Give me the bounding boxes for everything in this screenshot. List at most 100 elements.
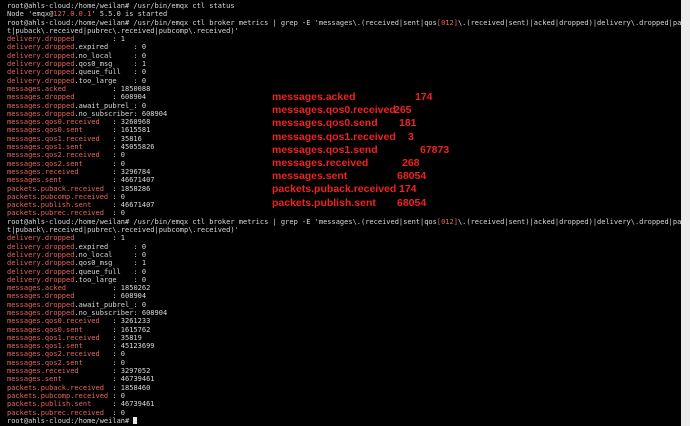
line-text: : 608904	[74, 292, 147, 301]
highlighted-text: messages.dropped	[7, 109, 75, 118]
highlighted-text: delivery.dropped	[7, 275, 75, 284]
terminal-line: messages.qos0.received : 3261233	[7, 317, 681, 325]
line-text: : 608904	[74, 93, 147, 102]
highlighted-text: delivery.dropped	[7, 43, 75, 52]
line-text: root@ahls-cloud:/home/weilan# /usr/bin/e…	[7, 18, 437, 27]
annotation-row: packets.puback.received 174	[272, 183, 417, 196]
annotation-row: messages.sent 68054	[272, 170, 426, 183]
line-text: : 1615762	[82, 325, 151, 334]
highlighted-text: messages.acked	[7, 84, 67, 93]
annotation-value: 265	[394, 104, 412, 117]
annotation-label: messages.qos0.send	[272, 117, 378, 130]
terminal-line: delivery.dropped.qos0_msg : 1	[7, 259, 681, 267]
line-text: : 1	[74, 234, 126, 243]
highlighted-text: messages.qos1.sent	[7, 342, 83, 351]
terminal-line: delivery.dropped.queue_full : 0	[7, 68, 681, 76]
line-text: : 3260968	[99, 118, 151, 127]
terminal-line: messages.received : 3297052	[7, 367, 681, 375]
line-text: .no_local : 0	[74, 250, 147, 259]
highlighted-text: messages.qos2.sent	[7, 358, 83, 367]
terminal-line: packets.pubrec.received : 0	[7, 209, 681, 217]
line-text: .no_subscriber: 608904	[74, 308, 168, 317]
highlighted-text: messages.received	[7, 167, 79, 176]
annotation-overlay: messages.acked 174 messages.qos0.received 2…	[272, 91, 449, 210]
annotation-row: messages.qos0.received 265	[272, 104, 412, 117]
line-text: .no_subscriber: 608904	[74, 109, 168, 118]
highlighted-text: packets.puback.received	[7, 383, 104, 392]
line-text: ' 5.5.0 is started	[91, 10, 168, 19]
highlighted-text: messages.received	[7, 367, 79, 376]
terminal-line: delivery.dropped.expired : 0	[7, 43, 681, 51]
annotation-label: messages.acked	[272, 91, 356, 103]
annotation-value: 68054	[397, 170, 427, 183]
line-text: : 45055826	[82, 143, 155, 152]
highlighted-text: messages.qos0.sent	[7, 325, 83, 334]
highlighted-text: messages.qos1.received	[7, 333, 100, 342]
highlighted-text: [012]	[436, 217, 458, 226]
line-text: .qos0_msg : 1	[74, 259, 147, 268]
line-text: .await_pubrel_: 0	[74, 101, 147, 110]
terminal-line: t|puback\.received|pubrec\.received|pubc…	[7, 226, 681, 234]
terminal-line: delivery.dropped.no_local : 0	[7, 52, 681, 60]
highlighted-text: messages.acked	[7, 284, 67, 293]
highlighted-text: delivery.dropped	[7, 68, 75, 77]
text-cursor	[133, 417, 138, 425]
highlighted-text: messages.sent	[7, 375, 62, 384]
highlighted-text: packets.publish.sent	[7, 400, 92, 409]
highlighted-text: messages.qos0.sent	[7, 126, 83, 135]
highlighted-text: delivery.dropped	[7, 250, 75, 259]
highlighted-text: messages.qos2.received	[7, 151, 100, 160]
line-text: \.(received|sent)|acked|dropped)|deliver…	[457, 18, 681, 27]
terminal-window[interactable]: root@ahls-cloud:/home/weilan# /usr/bin/e…	[0, 0, 681, 426]
line-text: : 0	[82, 358, 126, 367]
annotation-label: messages.sent	[272, 170, 348, 183]
annotation-value: 3	[408, 130, 414, 143]
line-text: .too_large : 0	[74, 275, 147, 284]
line-text: : 3261233	[99, 317, 151, 326]
line-text: .qos0_msg : 1	[74, 60, 147, 69]
highlighted-text: packets.puback.received	[7, 184, 104, 193]
line-text: root@ahls-cloud:/home/weilan#	[7, 416, 134, 425]
terminal-line: delivery.dropped : 1	[7, 35, 681, 43]
terminal-line: packets.pubcomp.received : 0	[7, 392, 681, 400]
terminal-line: root@ahls-cloud:/home/weilan# /usr/bin/e…	[7, 2, 681, 10]
highlighted-text: delivery.dropped	[7, 242, 75, 251]
line-text: : 1850262	[66, 284, 151, 293]
annotation-row: messages.qos1.send 67873	[272, 144, 449, 157]
line-text: : 0	[103, 408, 126, 417]
line-text: : 3296784	[78, 167, 151, 176]
line-text: : 3297052	[78, 367, 151, 376]
highlighted-text: delivery.dropped	[7, 267, 75, 276]
line-text: : 0	[82, 159, 126, 168]
highlighted-text: packets.pubcomp.received	[7, 391, 109, 400]
annotation-value: 67873	[420, 143, 450, 156]
line-text: .queue_full : 0	[74, 68, 147, 77]
highlighted-text: messages.qos1.received	[7, 134, 100, 143]
line-text: : 0	[99, 350, 126, 359]
highlighted-text: delivery.dropped	[7, 51, 75, 60]
highlighted-text: 127.0.0.1	[53, 10, 92, 19]
line-text: .await_pubrel_: 0	[74, 300, 147, 309]
terminal-line: messages.sent : 46739461	[7, 375, 681, 383]
terminal-line: Node 'emqx@127.0.0.1' 5.5.0 is started	[7, 10, 681, 18]
line-text: .expired : 0	[74, 242, 147, 251]
line-text: : 46671407	[91, 201, 155, 210]
terminal-line: messages.acked : 1850262	[7, 284, 681, 292]
highlighted-text: messages.qos0.received	[7, 317, 100, 326]
scrollbar[interactable]	[681, 0, 690, 426]
line-text: root@ahls-cloud:/home/weilan# /usr/bin/e…	[7, 2, 235, 10]
highlighted-text: messages.qos1.sent	[7, 143, 83, 152]
annotation-label: messages.qos0.received	[272, 104, 396, 117]
highlighted-text: messages.dropped	[7, 93, 75, 102]
terminal-line: messages.qos2.sent : 0	[7, 359, 681, 367]
highlighted-text: messages.qos2.received	[7, 350, 100, 359]
line-text: .no_local : 0	[74, 51, 147, 60]
terminal-line: messages.qos1.sent : 45123699	[7, 342, 681, 350]
terminal-output: root@ahls-cloud:/home/weilan# /usr/bin/e…	[7, 2, 681, 425]
terminal-line: messages.qos1.received : 35819	[7, 334, 681, 342]
line-text: root@ahls-cloud:/home/weilan# /usr/bin/e…	[7, 217, 437, 226]
annotation-value: 181	[399, 117, 417, 130]
annotation-label: packets.publish.sent	[272, 196, 376, 209]
highlighted-text: packets.pubrec.received	[7, 408, 104, 417]
terminal-line: messages.dropped : 608904	[7, 292, 681, 300]
